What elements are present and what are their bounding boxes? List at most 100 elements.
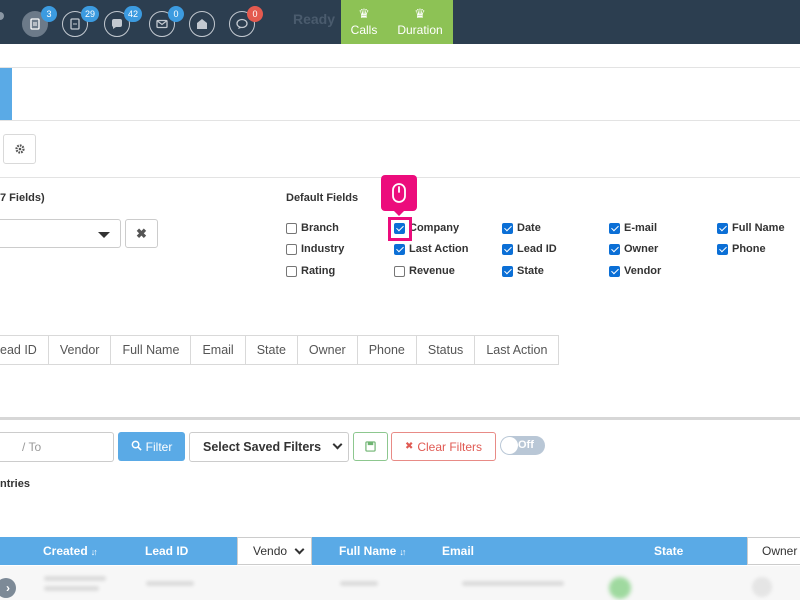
calls-tab[interactable]: ♛ Calls [341, 0, 387, 44]
mouse-click-indicator [381, 175, 417, 216]
checkbox[interactable] [394, 265, 405, 277]
cursor-focus-highlight [388, 217, 412, 241]
field-checkbox-vendor[interactable]: Vendor [609, 265, 661, 277]
field-checkbox-state[interactable]: State [502, 265, 544, 277]
file-badge: 29 [81, 6, 100, 22]
open-mail-icon[interactable] [189, 11, 215, 37]
field-checkbox-lead-id[interactable]: Lead ID [502, 243, 557, 255]
checkbox-label: State [517, 265, 544, 277]
column-order-list: ead ID Vendor Full Name Email State Owner Phon… [0, 335, 560, 365]
checkbox-label: Company [409, 222, 460, 234]
mouse-icon [392, 183, 406, 203]
clear-filters-button[interactable]: ✖ Clear Filters [391, 432, 496, 461]
checkbox[interactable] [609, 243, 620, 255]
duration-tab[interactable]: ♛ Duration [387, 0, 453, 44]
owner-avatar [752, 577, 772, 597]
divider [0, 120, 800, 121]
field-checkbox-owner[interactable]: Owner [609, 243, 658, 255]
field-checkbox-full-name[interactable]: Full Name [717, 222, 785, 234]
checkbox-label: E-mail [624, 222, 658, 234]
field-checkbox-branch[interactable]: Branch [286, 222, 339, 234]
checkbox-label: Rating [301, 265, 336, 277]
default-fields-label: Default Fields [286, 192, 359, 204]
clear-filters-label: Clear Filters [417, 439, 483, 454]
column-state[interactable]: State [654, 537, 683, 565]
column-email[interactable]: Email [442, 537, 474, 565]
checkbox[interactable] [609, 222, 620, 234]
entries-label: ntries [0, 478, 30, 490]
filter-button-label: Filter [145, 439, 173, 454]
column-created[interactable]: Created ↓↑ [43, 537, 98, 565]
column-chip[interactable]: State [244, 336, 297, 364]
clear-fields-button[interactable]: ✖ [125, 219, 158, 248]
checkbox-label: Revenue [409, 265, 455, 277]
field-checkbox-e-mail[interactable]: E-mail [609, 222, 657, 234]
divider [0, 67, 800, 68]
column-chip[interactable]: ead ID [0, 336, 48, 364]
caret-down-icon [98, 232, 110, 238]
date-to-input[interactable]: / To [0, 432, 114, 462]
documents-badge: 3 [41, 6, 57, 22]
vendor-column-select[interactable]: Vendo [237, 537, 312, 565]
crown-icon: ♛ [414, 6, 426, 21]
field-checkbox-date[interactable]: Date [502, 222, 541, 234]
field-checkbox-industry[interactable]: Industry [286, 243, 344, 255]
section-divider [0, 417, 800, 420]
sort-icon: ↓↑ [399, 547, 406, 557]
saved-filters-select[interactable]: Select Saved Filters [189, 432, 349, 462]
checkbox-label: Owner [624, 243, 659, 255]
calls-tab-label: Calls [350, 23, 378, 37]
filter-toggle[interactable]: Off [500, 436, 545, 455]
comment-badge: 0 [247, 6, 263, 22]
owner-column-select[interactable]: Owner [747, 537, 800, 565]
settings-button[interactable] [3, 134, 36, 164]
checkbox[interactable] [502, 265, 513, 277]
checkbox[interactable] [286, 265, 297, 277]
chevron-down-icon [332, 439, 343, 450]
checkbox[interactable] [286, 243, 297, 255]
selected-fields-label: 7 Fields) [0, 192, 45, 204]
column-chip[interactable]: Status [415, 336, 475, 364]
column-chip[interactable]: Last Action [474, 336, 559, 364]
field-checkbox-phone[interactable]: Phone [717, 243, 766, 255]
checkbox-label: Full Name [732, 222, 785, 234]
checkbox[interactable] [502, 222, 513, 234]
checkbox[interactable] [286, 222, 297, 234]
column-chip[interactable]: Phone [356, 336, 416, 364]
saved-filters-value: Select Saved Filters [203, 440, 322, 454]
checkbox-label: Last Action [409, 243, 469, 255]
column-full-name[interactable]: Full Name ↓↑ [339, 537, 406, 565]
field-checkbox-rating[interactable]: Rating [286, 265, 335, 277]
column-chip[interactable]: Email [190, 336, 245, 364]
checkbox[interactable] [394, 243, 405, 255]
column-chip[interactable]: Vendor [47, 336, 111, 364]
save-filter-button[interactable] [353, 432, 388, 461]
close-icon: ✖ [136, 225, 147, 241]
close-icon: ✖ [404, 441, 414, 452]
column-chip[interactable]: Owner [296, 336, 357, 364]
redacted-text [44, 576, 106, 581]
checkbox-label: Vendor [624, 265, 662, 277]
redacted-text [44, 586, 99, 591]
filter-button[interactable]: Filter [118, 432, 185, 461]
checkbox[interactable] [717, 243, 728, 255]
search-icon [131, 440, 142, 454]
column-lead-id[interactable]: Lead ID [145, 537, 188, 565]
field-checkbox-last-action[interactable]: Last Action [394, 243, 469, 255]
state-indicator [609, 577, 631, 599]
checkbox[interactable] [609, 265, 620, 277]
redacted-text [146, 581, 194, 586]
floppy-disk-icon [365, 441, 376, 452]
field-checkbox-revenue[interactable]: Revenue [394, 265, 455, 277]
sort-icon: ↓↑ [90, 547, 98, 557]
checkbox-label: Industry [301, 243, 345, 255]
chevron-down-icon [294, 544, 305, 555]
chat-badge: 42 [124, 6, 143, 22]
table-row[interactable] [0, 566, 800, 600]
checkbox[interactable] [717, 222, 728, 234]
redacted-text [462, 581, 564, 586]
column-chip[interactable]: Full Name [110, 336, 191, 364]
fields-select[interactable] [0, 219, 121, 248]
redacted-text [340, 581, 378, 586]
checkbox[interactable] [502, 243, 513, 255]
